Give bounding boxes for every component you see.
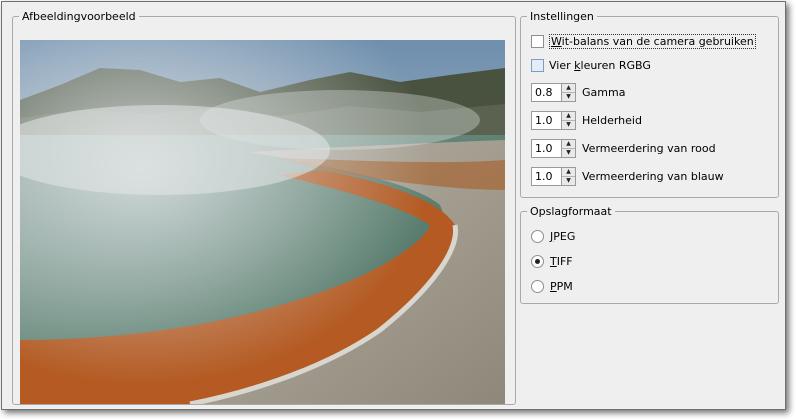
red-gain-row: 1.0 ▲ ▼ Vermeerdering van rood bbox=[531, 138, 716, 158]
arrow-up-icon[interactable]: ▲ bbox=[562, 84, 575, 93]
gamma-label: Gamma bbox=[582, 85, 626, 99]
format-option-ppm[interactable]: PPM bbox=[531, 276, 573, 296]
tiff-radio[interactable] bbox=[531, 254, 544, 268]
save-format-group: Opslagformaat JPEG TIFF PPM bbox=[520, 205, 779, 304]
gamma-spinbox[interactable]: 0.8 ▲ ▼ bbox=[531, 82, 576, 102]
white-balance-label[interactable]: Wit-balans van de camera gebruiken bbox=[549, 33, 756, 49]
blue-gain-label: Vermeerdering van blauw bbox=[582, 169, 724, 183]
red-gain-spinbox[interactable]: 1.0 ▲ ▼ bbox=[531, 138, 576, 158]
red-gain-label: Vermeerdering van rood bbox=[582, 141, 716, 155]
brightness-row: 1.0 ▲ ▼ Helderheid bbox=[531, 110, 642, 130]
blue-gain-spinbox[interactable]: 1.0 ▲ ▼ bbox=[531, 166, 576, 186]
brightness-value[interactable]: 1.0 bbox=[532, 112, 561, 129]
image-preview-title: Afbeeldingvoorbeeld bbox=[22, 10, 136, 23]
arrow-up-icon[interactable]: ▲ bbox=[562, 168, 575, 177]
tiff-label[interactable]: TIFF bbox=[550, 255, 573, 268]
ppm-label[interactable]: PPM bbox=[550, 280, 573, 293]
settings-title: Instellingen bbox=[530, 10, 594, 23]
arrow-up-icon[interactable]: ▲ bbox=[562, 140, 575, 149]
four-colors-label[interactable]: Vier kleuren RGBG bbox=[549, 59, 651, 72]
jpeg-label[interactable]: JPEG bbox=[550, 230, 575, 243]
format-option-jpeg[interactable]: JPEG bbox=[531, 226, 575, 246]
arrow-down-icon[interactable]: ▼ bbox=[562, 121, 575, 129]
arrow-down-icon[interactable]: ▼ bbox=[562, 177, 575, 185]
jpeg-radio[interactable] bbox=[531, 229, 544, 243]
red-gain-value[interactable]: 1.0 bbox=[532, 140, 561, 157]
blue-gain-row: 1.0 ▲ ▼ Vermeerdering van blauw bbox=[531, 166, 724, 186]
arrow-down-icon[interactable]: ▼ bbox=[562, 93, 575, 101]
preview-image bbox=[20, 40, 505, 404]
save-format-title: Opslagformaat bbox=[530, 205, 612, 218]
four-colors-checkbox-row[interactable]: Vier kleuren RGBG bbox=[531, 55, 651, 75]
white-balance-checkbox[interactable] bbox=[531, 34, 544, 48]
blue-gain-value[interactable]: 1.0 bbox=[532, 168, 561, 185]
arrow-down-icon[interactable]: ▼ bbox=[562, 149, 575, 157]
gamma-row: 0.8 ▲ ▼ Gamma bbox=[531, 82, 625, 102]
settings-group: Instellingen Wit-balans van de camera ge… bbox=[520, 10, 779, 198]
image-preview-group: Afbeeldingvoorbeeld bbox=[12, 10, 516, 405]
arrow-up-icon[interactable]: ▲ bbox=[562, 112, 575, 121]
format-option-tiff[interactable]: TIFF bbox=[531, 251, 573, 271]
ppm-radio[interactable] bbox=[531, 279, 544, 293]
brightness-spinbox[interactable]: 1.0 ▲ ▼ bbox=[531, 110, 576, 130]
raw-import-dialog: Afbeeldingvoorbeeld Instellingen Wit-bal… bbox=[1, 1, 786, 410]
gamma-value[interactable]: 0.8 bbox=[532, 84, 561, 101]
white-balance-checkbox-row[interactable]: Wit-balans van de camera gebruiken bbox=[531, 31, 756, 51]
four-colors-checkbox[interactable] bbox=[531, 58, 544, 72]
brightness-label: Helderheid bbox=[582, 113, 642, 127]
